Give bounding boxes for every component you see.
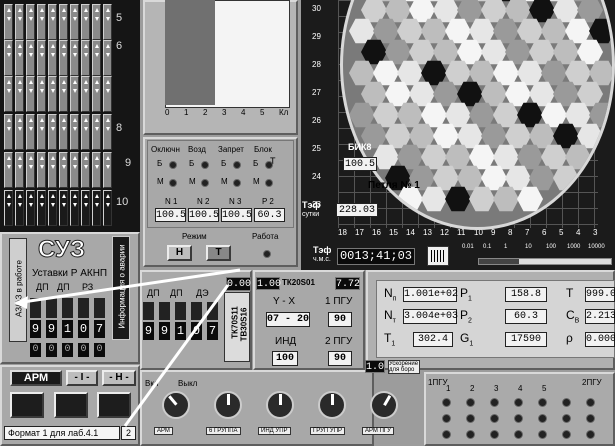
annotation-arrows bbox=[14, 268, 241, 427]
arrow-head-1 bbox=[14, 296, 28, 309]
arrow-line-1 bbox=[15, 268, 241, 305]
arrow-line-2 bbox=[123, 284, 230, 427]
